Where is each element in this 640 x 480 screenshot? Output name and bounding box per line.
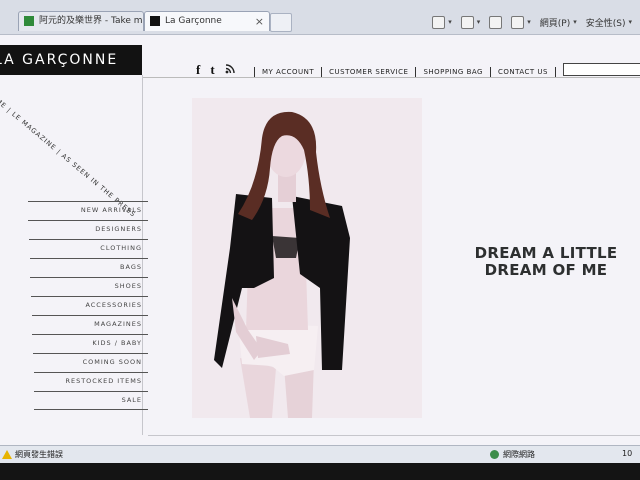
mail-button[interactable] bbox=[489, 15, 503, 29]
feeds-button[interactable]: ▾ bbox=[460, 15, 480, 29]
rss-icon[interactable] bbox=[225, 63, 235, 77]
site-favicon-icon bbox=[150, 16, 160, 26]
category-bags[interactable]: BAGS bbox=[30, 258, 148, 277]
top-navigation: MY ACCOUNT CUSTOMER SERVICE SHOPPING BAG… bbox=[254, 67, 601, 77]
print-button[interactable]: ▾ bbox=[511, 15, 531, 29]
category-sale[interactable]: SALE bbox=[34, 391, 148, 410]
category-navigation: NEW ARRIVALS DESIGNERS CLOTHING BAGS SHO… bbox=[0, 201, 148, 410]
category-accessories[interactable]: ACCESSORIES bbox=[31, 296, 148, 315]
category-restocked-items[interactable]: RESTOCKED ITEMS bbox=[34, 372, 148, 391]
web-page: LA GARÇONNE f t MY ACCOUNT CUSTOMER SERV… bbox=[0, 35, 640, 445]
mail-icon bbox=[489, 15, 503, 29]
blog-favicon-icon bbox=[24, 16, 34, 26]
breadcrumb[interactable]: HOME | LE MAGAZINE | AS SEEN IN THE PRES… bbox=[0, 89, 137, 219]
tab-label: 阿元的及樂世界 - Take me ... bbox=[39, 16, 143, 26]
internet-zone-icon bbox=[490, 450, 499, 459]
safety-menu[interactable]: 安全性(S) ▾ bbox=[586, 16, 632, 29]
browser-command-bar: ▾ ▾ ▾ 網頁(P) ▾ 安全性(S) ▾ bbox=[432, 12, 640, 32]
zoom-level[interactable]: 10 bbox=[622, 449, 632, 458]
tab-blog[interactable]: 阿元的及樂世界 - Take me ... bbox=[18, 11, 144, 31]
home-icon bbox=[432, 15, 446, 29]
social-links: f t bbox=[196, 62, 235, 78]
browser-status-bar: 網頁發生錯誤 網際網路 10 bbox=[0, 445, 640, 464]
page-menu[interactable]: 網頁(P) ▾ bbox=[540, 16, 577, 29]
search-input[interactable] bbox=[563, 63, 640, 76]
nav-customer-service[interactable]: CUSTOMER SERVICE bbox=[321, 67, 415, 77]
category-new-arrivals[interactable]: NEW ARRIVALS bbox=[28, 201, 148, 220]
category-clothing[interactable]: CLOTHING bbox=[29, 239, 148, 258]
tab-label: La Garçonne bbox=[165, 16, 222, 26]
tab-la-garconne[interactable]: La Garçonne × bbox=[144, 11, 270, 31]
facebook-icon[interactable]: f bbox=[196, 62, 200, 78]
header-divider bbox=[143, 77, 640, 78]
hero-tagline: DREAM A LITTLE DREAM OF ME bbox=[464, 245, 628, 279]
warning-icon bbox=[2, 450, 12, 459]
nav-my-account[interactable]: MY ACCOUNT bbox=[254, 67, 321, 77]
tagline-line-2: DREAM OF ME bbox=[484, 261, 608, 279]
tagline-line-1: DREAM A LITTLE bbox=[474, 244, 618, 262]
category-designers[interactable]: DESIGNERS bbox=[28, 220, 148, 239]
category-kids-baby[interactable]: KIDS / BABY bbox=[32, 334, 148, 353]
category-shoes[interactable]: SHOES bbox=[30, 277, 148, 296]
home-button[interactable]: ▾ bbox=[432, 15, 452, 29]
hero-model-image[interactable] bbox=[192, 98, 422, 418]
security-zone: 網際網路 bbox=[490, 449, 535, 460]
nav-shopping-bag[interactable]: SHOPPING BAG bbox=[415, 67, 490, 77]
twitter-icon[interactable]: t bbox=[210, 62, 214, 78]
site-logo[interactable]: LA GARÇONNE bbox=[0, 45, 142, 75]
category-magazines[interactable]: MAGAZINES bbox=[32, 315, 148, 334]
close-tab-icon[interactable]: × bbox=[255, 12, 264, 31]
os-taskbar bbox=[0, 463, 640, 480]
content-bottom-divider bbox=[148, 435, 640, 436]
category-coming-soon[interactable]: COMING SOON bbox=[33, 353, 148, 372]
nav-contact-us[interactable]: CONTACT US bbox=[489, 67, 555, 77]
page-error-status[interactable]: 網頁發生錯誤 bbox=[2, 449, 63, 460]
browser-tab-strip: 阿元的及樂世界 - Take me ... La Garçonne × ▾ ▾ … bbox=[0, 0, 640, 35]
printer-icon bbox=[511, 15, 525, 29]
new-tab-button[interactable] bbox=[270, 13, 292, 32]
feed-icon bbox=[460, 15, 474, 29]
